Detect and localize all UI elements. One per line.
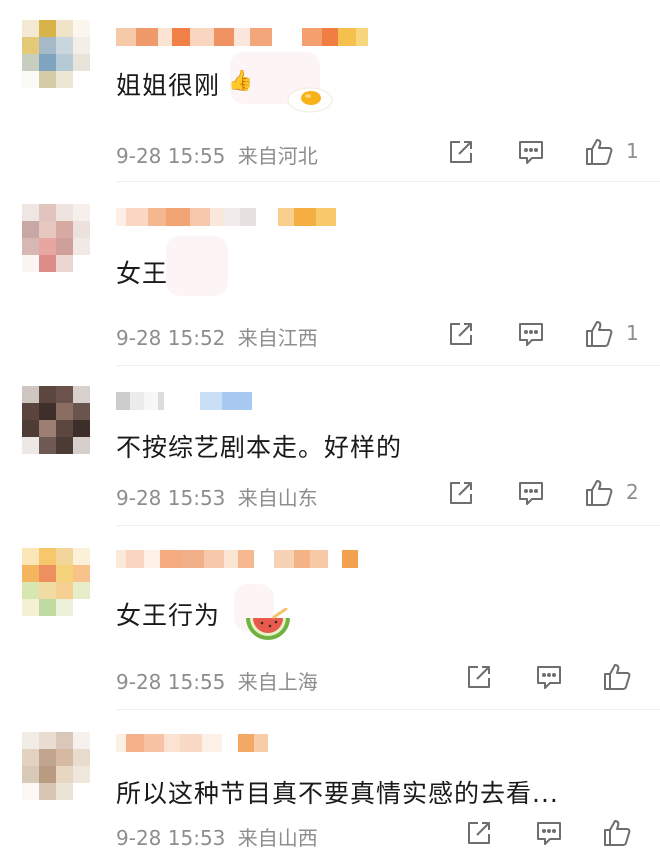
watermelon-sticker-icon [244, 608, 292, 642]
share-icon[interactable] [446, 478, 476, 508]
share-icon[interactable] [464, 662, 494, 692]
action-bar: 2 [446, 478, 646, 508]
comment-icon[interactable] [534, 818, 564, 848]
comment-text: 姐姐很刚 [116, 71, 221, 100]
like-count: 1 [626, 321, 639, 345]
comment-icon[interactable] [516, 137, 546, 167]
comment-item: 女王 9-28 15:52 来自江西 1 [0, 182, 660, 366]
username-pixelated[interactable] [116, 28, 368, 46]
action-bar [464, 662, 634, 692]
comment-text: 女王 [116, 259, 169, 288]
comment-location: 来自山东 [237, 486, 318, 510]
comment-date: 9-28 [116, 326, 162, 350]
comment-meta: 9-28 15:53 来自山东 [116, 482, 318, 511]
share-icon[interactable] [446, 319, 476, 349]
comment-item: 女王行为 9-28 15:55 来自上海 [0, 526, 660, 710]
thumbs-up-emoji-icon: 👍 [228, 68, 253, 92]
comment-date: 9-28 [116, 486, 162, 510]
comment-item: 所以这种节目真不要真情实感的去看... 9-28 15:53 来自山西 [0, 710, 660, 856]
comment-date: 9-28 [116, 670, 162, 694]
comment-location: 来自江西 [237, 326, 318, 350]
comment-meta: 9-28 15:55 来自上海 [116, 666, 318, 695]
avatar[interactable] [22, 548, 90, 616]
comment-time: 15:55 [167, 144, 226, 168]
username-pixelated[interactable] [116, 208, 336, 226]
comment-item: 不按综艺剧本走。好样的 9-28 15:53 来自山东 2 [0, 366, 660, 526]
action-bar [464, 818, 634, 848]
thumbs-up-icon[interactable] [584, 319, 614, 349]
thumbs-up-icon[interactable] [584, 478, 614, 508]
share-icon[interactable] [446, 137, 476, 167]
comment-meta: 9-28 15:52 来自江西 [116, 322, 318, 351]
avatar[interactable] [22, 732, 90, 800]
comment-date: 9-28 [116, 144, 162, 168]
comment-location: 来自河北 [237, 144, 318, 168]
fried-egg-sticker-icon [286, 82, 334, 114]
comment-text: 所以这种节目真不要真情实感的去看... [116, 779, 559, 808]
avatar[interactable] [22, 386, 90, 454]
avatar[interactable] [22, 20, 90, 88]
avatar[interactable] [22, 204, 90, 272]
comment-icon[interactable] [534, 662, 564, 692]
comment-time: 15:53 [167, 826, 226, 850]
comment-time: 15:55 [167, 670, 226, 694]
share-icon[interactable] [464, 818, 494, 848]
comment-location: 来自山西 [237, 826, 318, 850]
username-pixelated[interactable] [116, 734, 268, 754]
action-bar: 1 [446, 319, 646, 349]
thumbs-up-icon[interactable] [602, 818, 632, 848]
comment-text: 不按综艺剧本走。好样的 [116, 433, 403, 462]
comment-date: 9-28 [116, 826, 162, 850]
comment-text: 女王行为 [116, 601, 221, 630]
like-count: 2 [626, 480, 639, 504]
username-pixelated[interactable] [116, 550, 358, 570]
comment-time: 15:53 [167, 486, 226, 510]
comment-location: 来自上海 [237, 670, 318, 694]
comment-item: 姐姐很刚 👍 9-28 15:55 来自河北 1 [0, 0, 660, 182]
thumbs-up-icon[interactable] [602, 662, 632, 692]
comment-meta: 9-28 15:55 来自河北 [116, 140, 318, 169]
comment-icon[interactable] [516, 478, 546, 508]
comment-time: 15:52 [167, 326, 226, 350]
comment-meta: 9-28 15:53 来自山西 [116, 822, 318, 851]
text-highlight [166, 236, 228, 296]
comment-icon[interactable] [516, 319, 546, 349]
username-pixelated[interactable] [116, 392, 252, 412]
thumbs-up-icon[interactable] [584, 137, 614, 167]
action-bar: 1 [446, 137, 646, 167]
like-count: 1 [626, 139, 639, 163]
